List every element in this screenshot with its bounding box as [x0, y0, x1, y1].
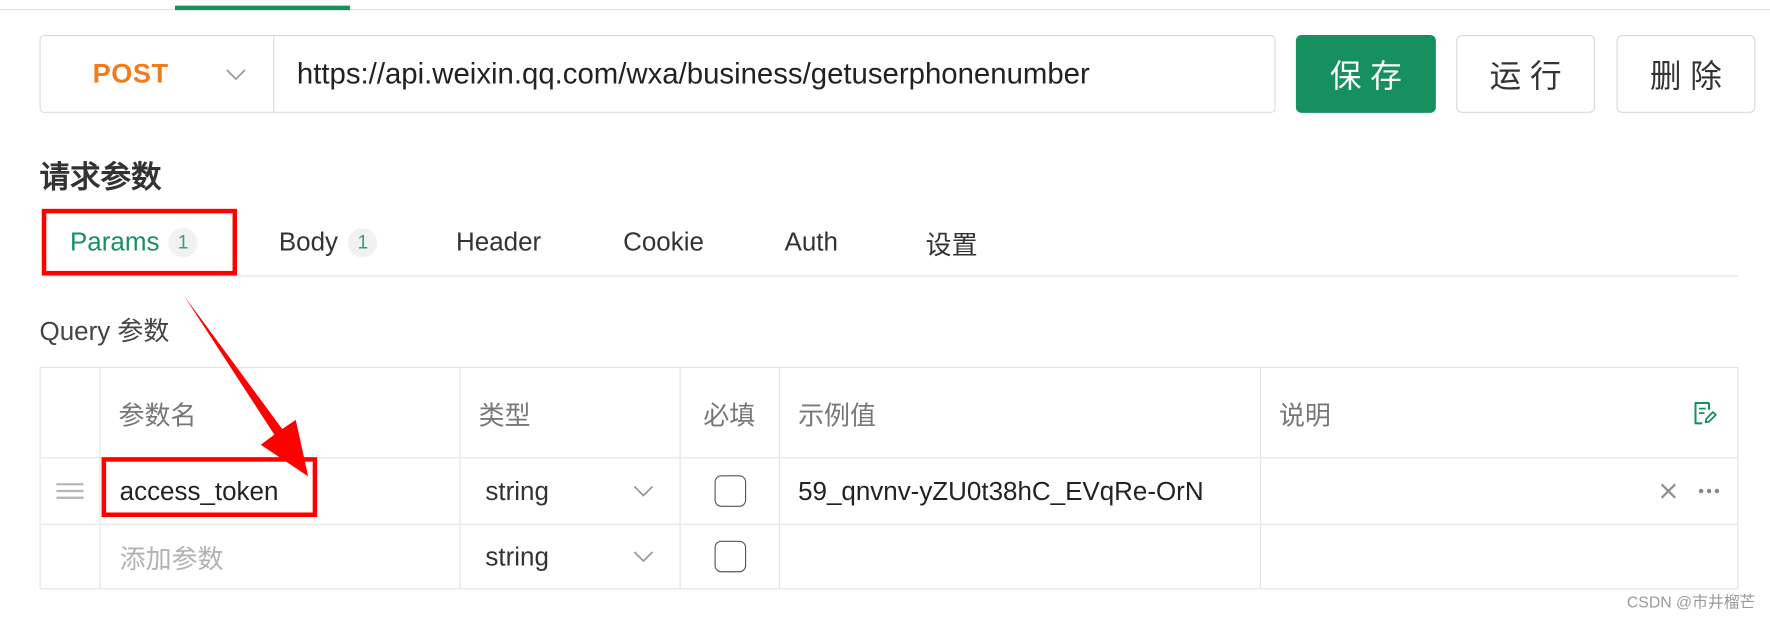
tab-label: Header — [456, 226, 542, 257]
example-value: 59_qnvnv-yZU0t38hC_EVqRe-OrN — [798, 475, 1204, 506]
tab-body[interactable]: Body 1 — [279, 209, 378, 276]
section-title: 请求参数 — [39, 160, 162, 195]
example-value-input[interactable]: 59_qnvnv-yZU0t38hC_EVqRe-OrN — [780, 458, 1261, 524]
type-select[interactable]: string — [461, 524, 681, 589]
required-cell — [681, 458, 781, 524]
tab-params[interactable]: Params 1 — [70, 209, 198, 276]
chevron-down-icon — [633, 485, 654, 497]
header-drag-cell — [41, 367, 101, 458]
close-icon[interactable] — [1659, 482, 1677, 500]
url-input[interactable]: https://api.weixin.qq.com/wxa/business/g… — [274, 36, 1274, 112]
tab-label: 设置 — [925, 229, 978, 260]
header-type: 类型 — [461, 367, 681, 458]
tab-label: Cookie — [623, 226, 704, 257]
tab-label: Params — [69, 226, 160, 257]
query-params-label: Query 参数 — [39, 316, 170, 346]
required-cell — [681, 524, 781, 589]
header-example: 示例值 — [780, 367, 1261, 458]
chevron-down-icon — [226, 69, 246, 81]
query-params-table: 参数名 类型 必填 示例值 说明 access_token string 59_… — [39, 366, 1739, 590]
tabs-divider — [39, 275, 1739, 277]
new-description-input[interactable] — [1261, 525, 1737, 588]
top-tab-indicator — [174, 5, 350, 11]
new-example-value-input[interactable] — [780, 524, 1261, 589]
table-header-row: 参数名 类型 必填 示例值 说明 — [40, 367, 1738, 459]
tab-label: Auth — [784, 226, 838, 257]
save-button[interactable]: 保 存 — [1295, 34, 1436, 113]
type-value: string — [485, 541, 549, 571]
new-param-name-input[interactable]: 添加参数 — [100, 524, 461, 589]
method-value: POST — [92, 58, 169, 89]
drag-handle-icon[interactable] — [55, 482, 84, 500]
param-name-input[interactable]: access_token — [100, 458, 461, 524]
tab-settings[interactable]: 设置 — [926, 209, 978, 276]
tab-cookie[interactable]: Cookie — [623, 209, 704, 276]
tab-label: Body — [278, 226, 339, 257]
type-select[interactable]: string — [461, 458, 681, 524]
count-badge: 1 — [168, 227, 198, 257]
chevron-down-icon — [633, 551, 654, 563]
api-request-editor: POST https://api.weixin.qq.com/wxa/busin… — [0, 0, 1770, 620]
table-row: access_token string 59_qnvnv-yZU0t38hC_E… — [40, 458, 1738, 525]
required-checkbox[interactable] — [713, 540, 746, 573]
method-select[interactable]: POST — [41, 36, 275, 112]
required-checkbox[interactable] — [713, 475, 746, 507]
header-name: 参数名 — [100, 367, 461, 458]
more-icon[interactable] — [1698, 488, 1721, 495]
header-required: 必填 — [681, 367, 781, 458]
count-badge: 1 — [348, 227, 378, 257]
drag-cell-empty — [41, 524, 101, 589]
delete-button[interactable]: 删 除 — [1616, 34, 1756, 113]
table-row-new: 添加参数 string — [41, 524, 1738, 589]
watermark: CSDN @市井榴芒 — [1626, 592, 1756, 611]
tab-auth[interactable]: Auth — [785, 209, 838, 276]
edit-document-icon[interactable] — [1692, 399, 1717, 426]
tab-header[interactable]: Header — [456, 209, 541, 276]
name-placeholder: 添加参数 — [119, 544, 224, 574]
request-bar: POST https://api.weixin.qq.com/wxa/busin… — [39, 34, 1276, 113]
header-description: 说明 — [1261, 368, 1737, 457]
description-input[interactable] — [1261, 458, 1737, 523]
drag-cell[interactable] — [41, 458, 101, 524]
header-description-label: 说明 — [1278, 400, 1331, 430]
type-value: string — [485, 475, 549, 506]
run-button[interactable]: 运 行 — [1456, 34, 1596, 113]
